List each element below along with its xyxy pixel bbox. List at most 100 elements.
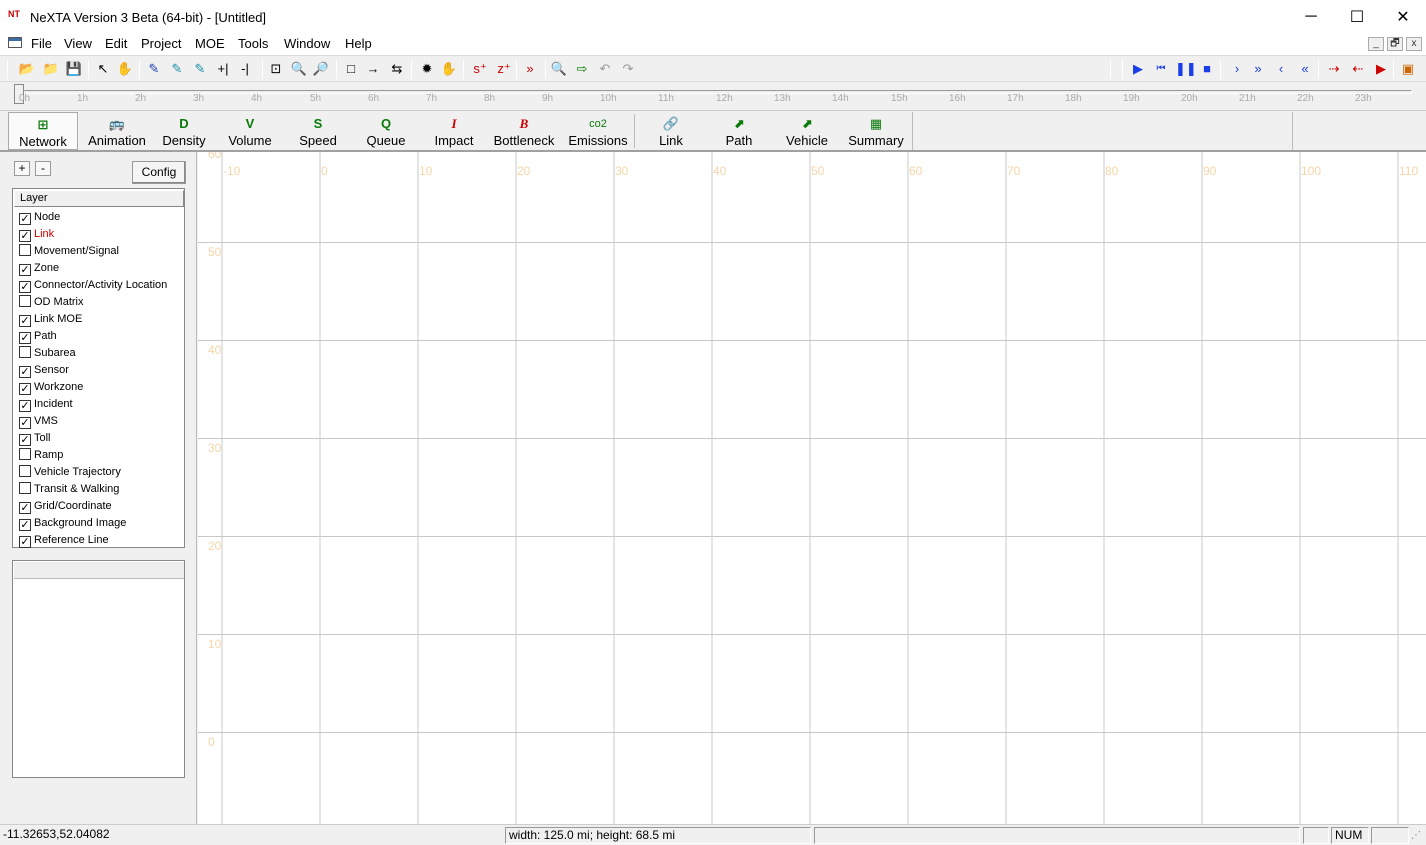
layer-item[interactable]: ✓ Workzone bbox=[19, 379, 83, 396]
fast-forward-red-icon[interactable]: » bbox=[521, 60, 539, 78]
moe-button-emissions[interactable]: co2 Emissions bbox=[564, 112, 632, 150]
layer-item[interactable]: ✓ Incident bbox=[19, 396, 73, 413]
bomb-icon[interactable]: ✹ bbox=[418, 60, 436, 78]
config-button[interactable]: Config bbox=[132, 161, 186, 184]
checkbox-checked[interactable]: ✓ bbox=[19, 536, 31, 548]
layer-item[interactable]: Subarea bbox=[19, 345, 76, 362]
select-arrow-icon[interactable]: ↖ bbox=[94, 60, 112, 78]
moe-button-density[interactable]: D Density bbox=[155, 112, 213, 150]
mdi-minimize-button[interactable]: _ bbox=[1368, 37, 1384, 51]
menu-help[interactable]: Help bbox=[345, 36, 372, 51]
checkbox-checked[interactable]: ✓ bbox=[19, 366, 31, 378]
layer-item[interactable]: ✓ Link MOE bbox=[19, 311, 82, 328]
checkbox-checked[interactable]: ✓ bbox=[19, 315, 31, 327]
moe-button-animation[interactable]: 🚌 Animation bbox=[82, 112, 152, 150]
destination-icon[interactable]: z⁺ bbox=[495, 60, 513, 78]
layer-item[interactable]: Vehicle Trajectory bbox=[19, 464, 121, 481]
checkbox-checked[interactable]: ✓ bbox=[19, 400, 31, 412]
play-icon[interactable]: ▶ bbox=[1129, 60, 1147, 78]
moe-button-vehicle[interactable]: ⬈ Vehicle bbox=[773, 112, 841, 150]
layer-item[interactable]: ✓ Reference Line bbox=[19, 532, 109, 549]
add-curve-icon[interactable]: ✎ bbox=[191, 60, 209, 78]
time-slider-track[interactable] bbox=[16, 90, 1412, 94]
one-way-arrow-icon[interactable]: → bbox=[364, 60, 382, 78]
add-link-icon[interactable]: ✎ bbox=[168, 60, 186, 78]
close-button[interactable]: ✕ bbox=[1380, 0, 1426, 33]
save-icon[interactable]: 💾 bbox=[65, 60, 83, 78]
checkbox-unchecked[interactable] bbox=[19, 295, 31, 307]
pen-icon[interactable]: ✎ bbox=[145, 60, 163, 78]
moe-button-queue[interactable]: Q Queue bbox=[354, 112, 418, 150]
checkbox-checked[interactable]: ✓ bbox=[19, 281, 31, 293]
checkbox-unchecked[interactable] bbox=[19, 465, 31, 477]
layer-item[interactable]: ✓ VMS bbox=[19, 413, 58, 430]
minimize-button[interactable]: ─ bbox=[1288, 0, 1334, 33]
time-slider[interactable]: 0h 1h 2h 3h 4h 5h 6h 7h 8h 9h 10h 11h 12h 13h 14h 15h 16… bbox=[0, 83, 1426, 110]
zoom-in-icon[interactable]: 🔍 bbox=[290, 60, 308, 78]
zoom-out-icon[interactable]: 🔎 bbox=[312, 60, 330, 78]
menu-file[interactable]: File bbox=[31, 36, 52, 51]
red-forward-icon[interactable]: ⇢ bbox=[1325, 60, 1343, 78]
layer-item[interactable]: ✓ Node bbox=[19, 209, 60, 226]
rewind-start-icon[interactable]: ⏮ bbox=[1152, 60, 1170, 78]
checkbox-unchecked[interactable] bbox=[19, 448, 31, 460]
search-icon[interactable]: 🔍 bbox=[550, 60, 568, 78]
menu-view[interactable]: View bbox=[64, 36, 92, 51]
layer-item[interactable]: ✓ Grid/Coordinate bbox=[19, 498, 112, 515]
new-folder-icon[interactable]: 📂 bbox=[18, 60, 36, 78]
moe-button-network[interactable]: ⊞ Network bbox=[8, 112, 78, 150]
open-icon[interactable]: 📁 bbox=[42, 60, 60, 78]
checkbox-checked[interactable]: ✓ bbox=[19, 434, 31, 446]
checkbox-checked[interactable]: ✓ bbox=[19, 519, 31, 531]
menu-moe[interactable]: MOE bbox=[195, 36, 225, 51]
fast-back-icon[interactable]: « bbox=[1296, 60, 1314, 78]
add-node-icon[interactable]: +| bbox=[214, 60, 232, 78]
exit-icon[interactable]: ▣ bbox=[1399, 60, 1417, 78]
checkbox-checked[interactable]: ✓ bbox=[19, 230, 31, 242]
stop-icon[interactable]: ■ bbox=[1198, 60, 1216, 78]
remove-node-icon[interactable]: -| bbox=[236, 60, 254, 78]
step-back-icon[interactable]: ‹ bbox=[1272, 60, 1290, 78]
layer-item[interactable]: Movement/Signal bbox=[19, 243, 119, 260]
menu-tools[interactable]: Tools bbox=[238, 36, 268, 51]
document-system-icon[interactable] bbox=[8, 37, 22, 48]
moe-button-link[interactable]: 🔗 Link bbox=[637, 112, 705, 150]
moe-button-summary[interactable]: ▦ Summary bbox=[841, 112, 911, 150]
step-forward-icon[interactable]: › bbox=[1228, 60, 1246, 78]
two-way-arrow-icon[interactable]: ⇆ bbox=[388, 60, 406, 78]
layer-item[interactable]: ✓ Toll bbox=[19, 430, 51, 447]
layer-list-header[interactable]: Layer bbox=[14, 190, 184, 207]
zoom-extent-icon[interactable]: ⊡ bbox=[267, 60, 285, 78]
layer-item[interactable]: ✓ Connector/Activity Location bbox=[19, 277, 167, 294]
pan-hand-icon[interactable]: ✋ bbox=[116, 60, 134, 78]
rectangle-select-icon[interactable]: □ bbox=[342, 60, 360, 78]
menu-project[interactable]: Project bbox=[141, 36, 181, 51]
moe-button-speed[interactable]: S Speed bbox=[286, 112, 350, 150]
moe-button-impact[interactable]: I Impact bbox=[422, 112, 486, 150]
export-icon[interactable]: ⇨ bbox=[573, 60, 591, 78]
checkbox-checked[interactable]: ✓ bbox=[19, 502, 31, 514]
checkbox-checked[interactable]: ✓ bbox=[19, 213, 31, 225]
checkbox-checked[interactable]: ✓ bbox=[19, 264, 31, 276]
collapse-button[interactable]: - bbox=[35, 161, 51, 176]
checkbox-unchecked[interactable] bbox=[19, 482, 31, 494]
undo-icon[interactable]: ↶ bbox=[596, 60, 614, 78]
layer-item[interactable]: ✓ Background Image bbox=[19, 515, 126, 532]
grab-hand-icon[interactable]: ✋ bbox=[440, 60, 458, 78]
moe-button-volume[interactable]: V Volume bbox=[218, 112, 282, 150]
mdi-restore-button[interactable]: 🗗 bbox=[1387, 37, 1403, 51]
menu-edit[interactable]: Edit bbox=[105, 36, 127, 51]
layer-item[interactable]: ✓ Link bbox=[19, 226, 54, 243]
layer-item[interactable]: OD Matrix bbox=[19, 294, 84, 311]
layer-item[interactable]: ✓ Sensor bbox=[19, 362, 69, 379]
checkbox-unchecked[interactable] bbox=[19, 346, 31, 358]
resize-grip-icon[interactable]: ⋰ bbox=[1411, 830, 1423, 844]
layer-item[interactable]: Transit & Walking bbox=[19, 481, 119, 498]
checkbox-checked[interactable]: ✓ bbox=[19, 383, 31, 395]
red-back-icon[interactable]: ⇠ bbox=[1349, 60, 1367, 78]
checkbox-checked[interactable]: ✓ bbox=[19, 332, 31, 344]
checkbox-unchecked[interactable] bbox=[19, 244, 31, 256]
pause-icon[interactable]: ❚❚ bbox=[1175, 60, 1197, 78]
red-play-icon[interactable]: ▶ bbox=[1372, 60, 1390, 78]
redo-icon[interactable]: ↷ bbox=[619, 60, 637, 78]
